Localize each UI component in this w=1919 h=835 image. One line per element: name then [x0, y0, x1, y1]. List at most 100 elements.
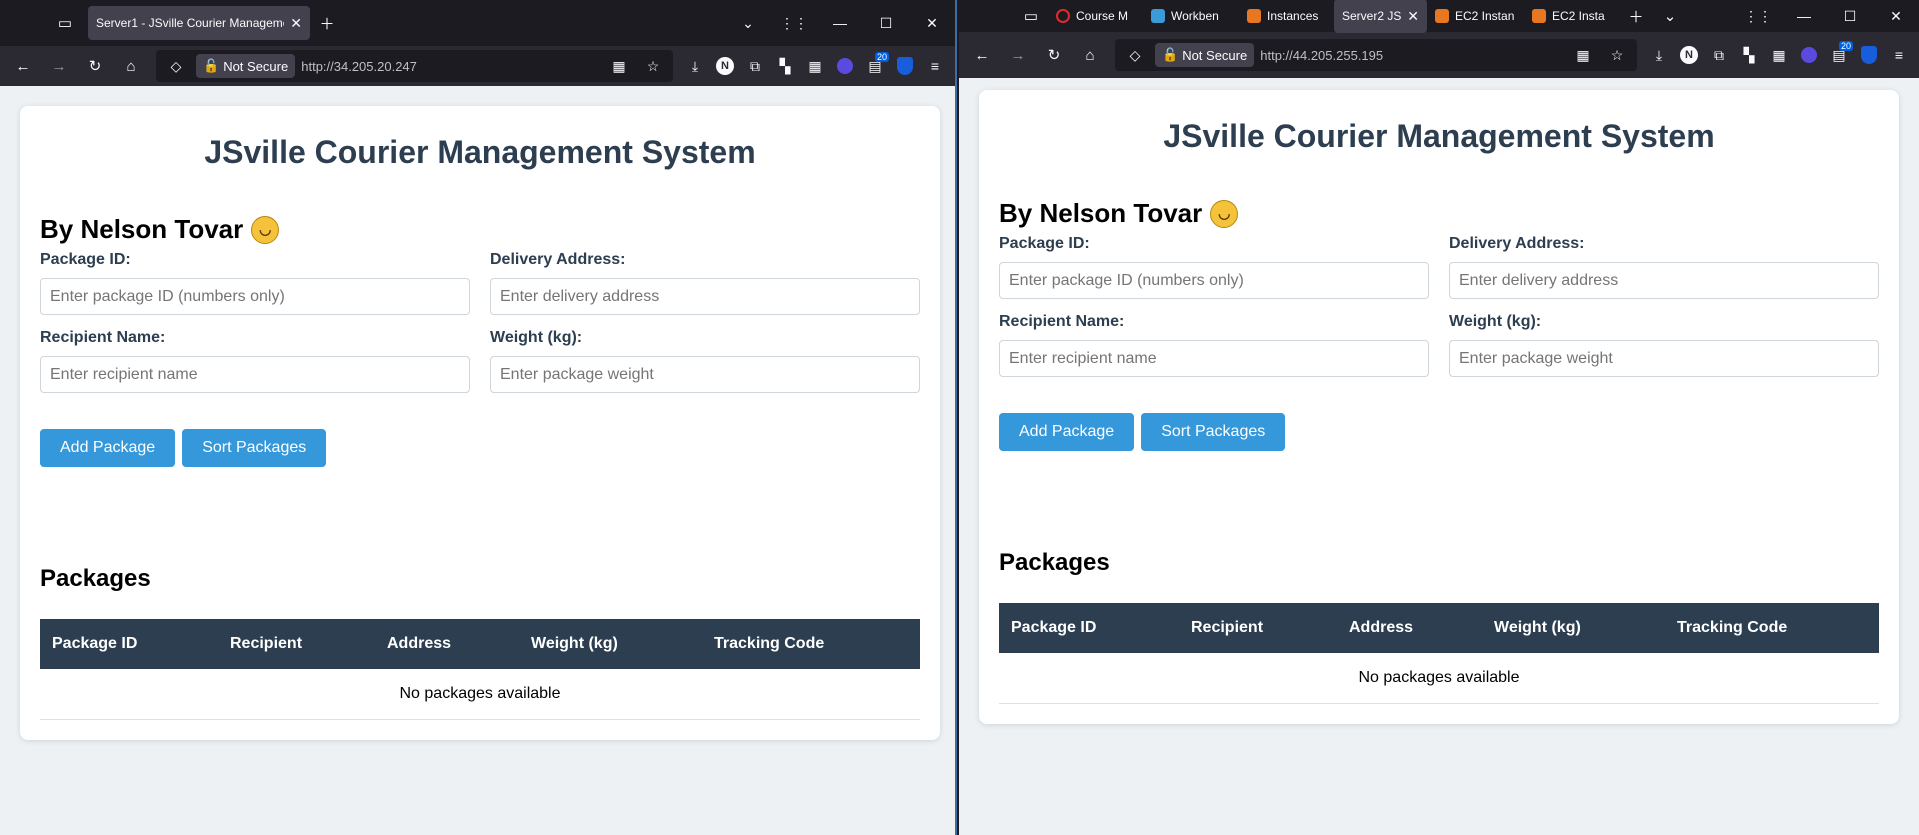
proton-pass-icon[interactable]	[1795, 41, 1823, 69]
calendar-extension-icon[interactable]: ▤ 20	[861, 52, 889, 80]
tab-label: Server2 JSvi	[1342, 9, 1402, 23]
extensions-puzzle-icon[interactable]: ⧉	[741, 52, 769, 80]
qr-code-icon[interactable]: ▦	[1569, 41, 1597, 69]
tab-overview-icon[interactable]: ▭	[1014, 0, 1048, 32]
add-package-button[interactable]: Add Package	[40, 429, 176, 467]
calendar-extension-icon[interactable]: ▤ 20	[1825, 41, 1853, 69]
table-header-row: Package ID Recipient Address Weight (kg)…	[40, 619, 920, 669]
tracking-protection-icon[interactable]: ◇	[162, 52, 190, 80]
extension-n-label: N	[1680, 46, 1698, 64]
add-package-button[interactable]: Add Package	[999, 413, 1135, 451]
extension-n-icon[interactable]: N	[1675, 41, 1703, 69]
tab-server2[interactable]: Server2 JSvi ✕	[1334, 0, 1427, 33]
tab-ec2-instances[interactable]: EC2 Instan	[1427, 0, 1524, 33]
package-id-field: Package ID:	[999, 235, 1429, 299]
forward-icon[interactable]: →	[1001, 39, 1035, 71]
extensions-puzzle-icon[interactable]: ⧉	[1705, 41, 1733, 69]
back-icon[interactable]: ←	[965, 39, 999, 71]
addon-grid-icon[interactable]: ▚	[1735, 41, 1763, 69]
table-row: No packages available	[999, 653, 1879, 704]
apps-grid-icon[interactable]: ⋮⋮	[1735, 0, 1781, 32]
nav-bar: ← → ↻ ⌂ ◇ 🔓 Not Secure http://34.205.20.2…	[0, 46, 955, 86]
app-container: JSville Courier Management System By Nel…	[20, 106, 940, 740]
bookmark-star-icon[interactable]: ☆	[639, 52, 667, 80]
not-secure-badge[interactable]: 🔓 Not Secure	[196, 54, 296, 78]
close-window-icon[interactable]: ✕	[1873, 0, 1919, 32]
delivery-address-label: Delivery Address:	[1449, 235, 1585, 252]
package-id-input[interactable]	[999, 262, 1429, 299]
qr-scanner-icon[interactable]: ▦	[1765, 41, 1793, 69]
recipient-name-input[interactable]	[40, 356, 470, 393]
sort-packages-button[interactable]: Sort Packages	[182, 429, 327, 467]
url-bar[interactable]: ◇ 🔓 Not Secure http://44.205.255.195 ▦ ☆	[1115, 39, 1637, 71]
back-icon[interactable]: ←	[6, 50, 40, 82]
reload-icon[interactable]: ↻	[1037, 39, 1071, 71]
delivery-address-input[interactable]	[490, 278, 920, 315]
delivery-address-label: Delivery Address:	[490, 251, 626, 268]
delivery-address-field: Delivery Address:	[1449, 235, 1879, 299]
packages-heading: Packages	[999, 549, 1110, 576]
maximize-icon[interactable]: ☐	[1827, 0, 1873, 32]
menu-icon[interactable]: ≡	[921, 52, 949, 80]
author-heading: By Nelson Tovar ◡	[999, 198, 1879, 229]
bitwarden-icon[interactable]	[1855, 41, 1883, 69]
app-container: JSville Courier Management System By Nel…	[979, 90, 1899, 724]
menu-icon[interactable]: ≡	[1885, 41, 1913, 69]
extension-count-badge: 20	[874, 52, 889, 62]
extension-n-icon[interactable]: N	[711, 52, 739, 80]
reload-icon[interactable]: ↻	[78, 50, 112, 82]
tab-instances[interactable]: Instances	[1239, 0, 1334, 33]
tracking-protection-icon[interactable]: ◇	[1121, 41, 1149, 69]
not-secure-badge[interactable]: 🔓 Not Secure	[1155, 43, 1255, 67]
addon-grid-icon[interactable]: ▚	[771, 52, 799, 80]
tab-ec2-instance[interactable]: EC2 Insta	[1524, 0, 1619, 33]
home-icon[interactable]: ⌂	[114, 50, 148, 82]
delivery-address-input[interactable]	[1449, 262, 1879, 299]
new-tab-icon[interactable]: ＋	[310, 7, 344, 39]
tab-workbench[interactable]: Workben	[1143, 0, 1239, 33]
url-text[interactable]: http://44.205.255.195	[1260, 48, 1563, 63]
column-header-address: Address	[1349, 619, 1414, 636]
close-tab-icon[interactable]: ✕	[290, 15, 302, 32]
qr-scanner-icon[interactable]: ▦	[801, 52, 829, 80]
not-secure-label: Not Secure	[1182, 47, 1248, 63]
bookmark-star-icon[interactable]: ☆	[1603, 41, 1631, 69]
weight-field: Weight (kg):	[490, 329, 920, 393]
downloads-icon[interactable]: ⤓	[681, 52, 709, 80]
minimize-icon[interactable]: —	[1781, 0, 1827, 32]
window-controls: ⌄ ⋮⋮ — ☐ ✕	[725, 0, 955, 46]
column-header-tracking-code: Tracking Code	[714, 635, 825, 652]
page-viewport: JSville Courier Management System By Nel…	[0, 86, 955, 835]
column-header-package-id: Package ID	[1011, 619, 1097, 636]
tab-overview-icon[interactable]: ▭	[48, 7, 82, 39]
new-tab-icon[interactable]: ＋	[1619, 0, 1653, 32]
home-icon[interactable]: ⌂	[1073, 39, 1107, 71]
list-all-tabs-icon[interactable]: ⌄	[725, 0, 771, 46]
tab-course[interactable]: Course M	[1048, 0, 1143, 33]
forward-icon[interactable]: →	[42, 50, 76, 82]
list-all-tabs-icon[interactable]: ⌄	[1653, 0, 1687, 32]
form-buttons: Add Package Sort Packages	[40, 429, 920, 467]
sort-packages-button[interactable]: Sort Packages	[1141, 413, 1286, 451]
url-text[interactable]: http://34.205.20.247	[301, 59, 599, 74]
not-secure-label: Not Secure	[223, 58, 289, 74]
downloads-icon[interactable]: ⤓	[1645, 41, 1673, 69]
tab-server1[interactable]: Server1 - JSville Courier Manageme ✕	[88, 6, 310, 40]
apps-grid-icon[interactable]: ⋮⋮	[771, 0, 817, 46]
proton-pass-icon[interactable]	[831, 52, 859, 80]
close-window-icon[interactable]: ✕	[909, 0, 955, 46]
package-id-input[interactable]	[40, 278, 470, 315]
package-form: Package ID: Delivery Address: Recipient …	[999, 235, 1879, 377]
tab-label: Course M	[1076, 9, 1129, 23]
close-tab-icon[interactable]: ✕	[1407, 8, 1419, 25]
author-heading: By Nelson Tovar ◡	[40, 214, 920, 245]
weight-input[interactable]	[1449, 340, 1879, 377]
ec2-favicon-icon	[1532, 9, 1546, 23]
bitwarden-icon[interactable]	[891, 52, 919, 80]
weight-input[interactable]	[490, 356, 920, 393]
recipient-name-input[interactable]	[999, 340, 1429, 377]
maximize-icon[interactable]: ☐	[863, 0, 909, 46]
minimize-icon[interactable]: —	[817, 0, 863, 46]
qr-code-icon[interactable]: ▦	[605, 52, 633, 80]
url-bar[interactable]: ◇ 🔓 Not Secure http://34.205.20.247 ▦ ☆	[156, 50, 673, 82]
